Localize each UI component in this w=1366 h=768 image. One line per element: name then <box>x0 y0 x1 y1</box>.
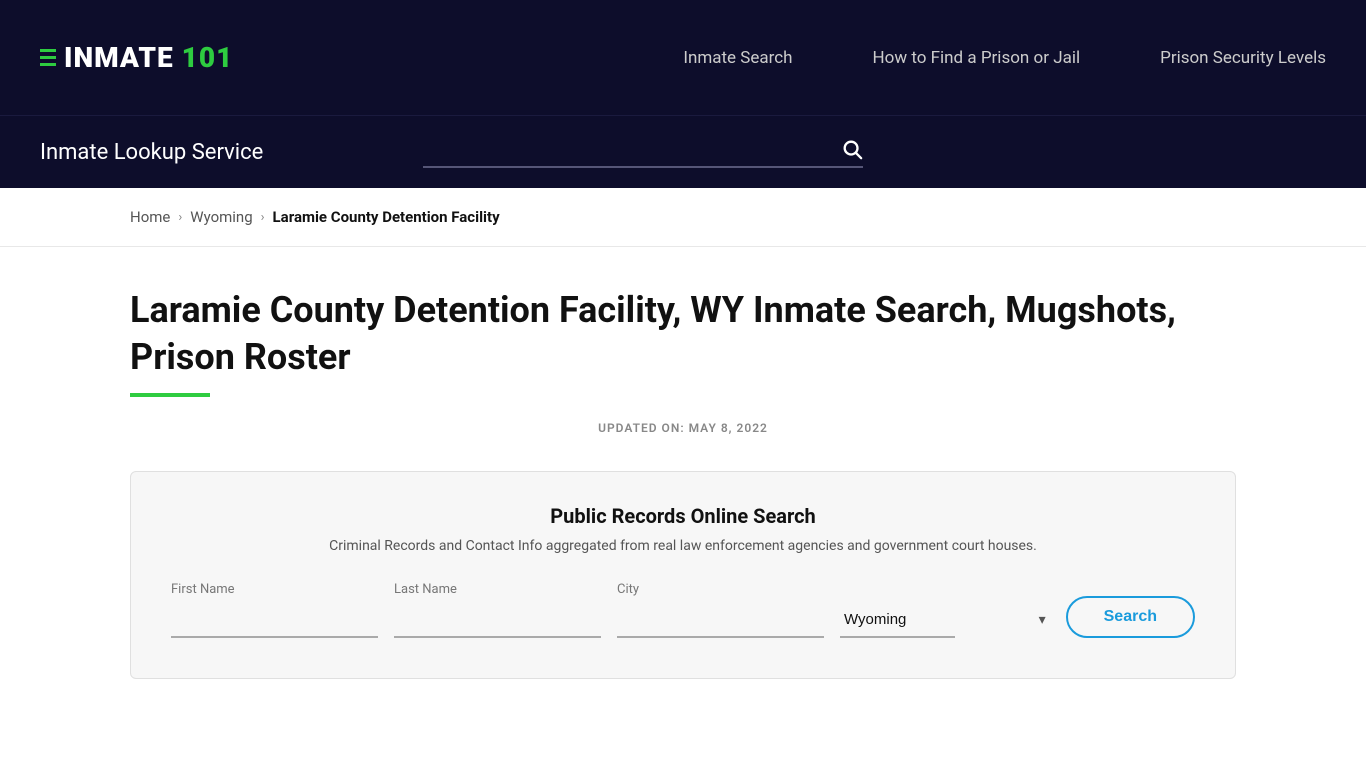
search-icon-button[interactable] <box>841 138 863 166</box>
last-name-label: Last Name <box>394 582 601 597</box>
main-content: Laramie County Detention Facility, WY In… <box>0 247 1366 719</box>
logo-bars-icon <box>40 49 56 66</box>
search-form: First Name Last Name City Wyoming Alabam… <box>171 582 1195 638</box>
state-select[interactable]: Wyoming Alabama Alaska Arizona Arkansas … <box>840 603 955 638</box>
page-title: Laramie County Detention Facility, WY In… <box>130 287 1236 381</box>
breadcrumb: Home › Wyoming › Laramie County Detentio… <box>130 208 1236 226</box>
search-box-title: Public Records Online Search <box>171 504 1195 528</box>
search-button[interactable]: Search <box>1066 596 1195 638</box>
search-input-wrapper <box>423 136 863 168</box>
nav-links: Inmate Search How to Find a Prison or Ja… <box>683 48 1326 68</box>
city-input[interactable] <box>617 603 824 638</box>
state-field: Wyoming Alabama Alaska Arizona Arkansas … <box>840 582 1050 638</box>
last-name-field: Last Name <box>394 582 601 638</box>
search-section: Inmate Lookup Service <box>0 115 1366 188</box>
breadcrumb-current: Laramie County Detention Facility <box>273 208 500 226</box>
search-box-subtitle: Criminal Records and Contact Info aggreg… <box>171 538 1195 554</box>
logo[interactable]: INMATE 101 <box>40 41 233 74</box>
state-label <box>840 582 1050 597</box>
first-name-label: First Name <box>171 582 378 597</box>
search-icon <box>841 138 863 160</box>
public-records-search-box: Public Records Online Search Criminal Re… <box>130 471 1236 679</box>
updated-date: UPDATED ON: MAY 8, 2022 <box>130 421 1236 435</box>
search-input[interactable] <box>423 136 863 168</box>
breadcrumb-chevron-1: › <box>178 210 182 225</box>
nav-inmate-search[interactable]: Inmate Search <box>683 48 792 68</box>
city-field: City <box>617 582 824 638</box>
last-name-input[interactable] <box>394 603 601 638</box>
nav-how-to-find[interactable]: How to Find a Prison or Jail <box>873 48 1081 68</box>
state-select-wrapper: Wyoming Alabama Alaska Arizona Arkansas … <box>840 603 1050 638</box>
first-name-input[interactable] <box>171 603 378 638</box>
title-underline <box>130 393 210 397</box>
first-name-field: First Name <box>171 582 378 638</box>
city-label: City <box>617 582 824 597</box>
search-section-label: Inmate Lookup Service <box>40 140 263 165</box>
breadcrumb-section: Home › Wyoming › Laramie County Detentio… <box>0 188 1366 247</box>
top-navigation: INMATE 101 Inmate Search How to Find a P… <box>0 0 1366 115</box>
nav-security-levels[interactable]: Prison Security Levels <box>1160 48 1326 68</box>
breadcrumb-state[interactable]: Wyoming <box>190 208 252 226</box>
breadcrumb-chevron-2: › <box>261 210 265 225</box>
breadcrumb-home[interactable]: Home <box>130 208 170 226</box>
logo-text: INMATE 101 <box>64 41 233 74</box>
